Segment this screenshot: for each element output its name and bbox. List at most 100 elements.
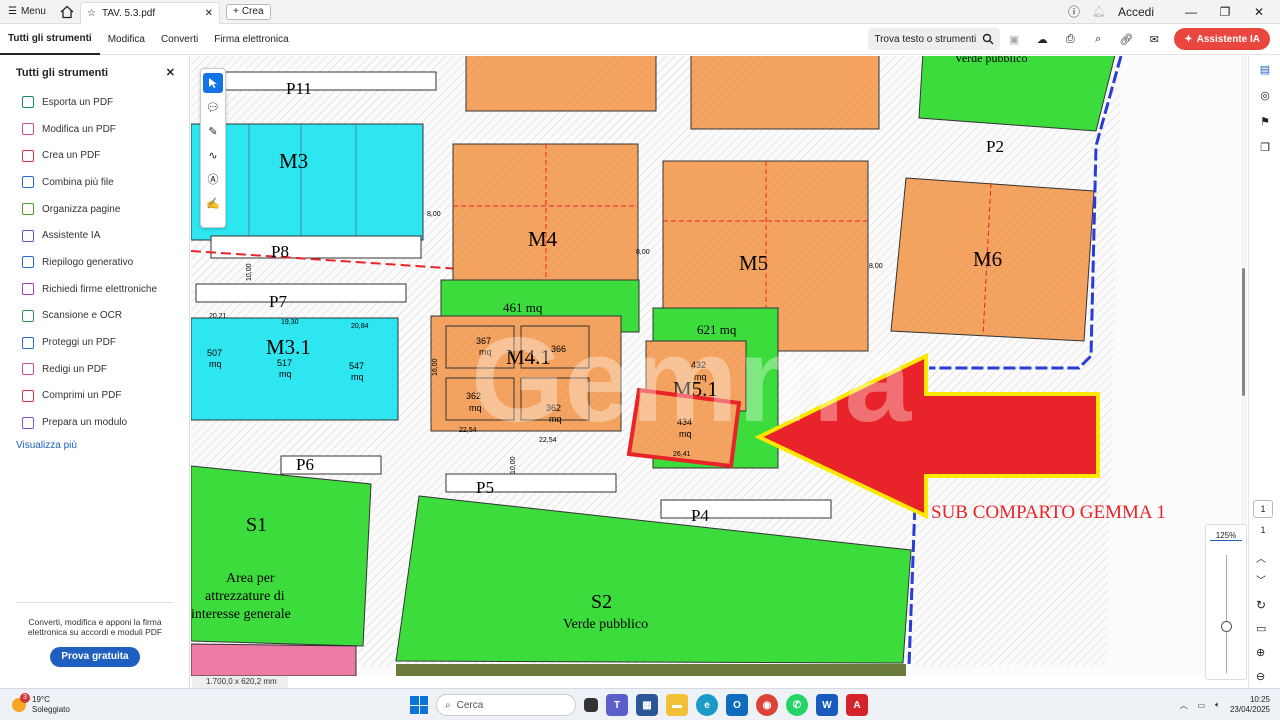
tool-item[interactable]: Redigi un PDF [0, 356, 189, 383]
dim-8-00-a: 8,00 [427, 211, 441, 218]
file-explorer-icon[interactable]: ▬ [666, 694, 688, 716]
whatsapp-icon[interactable]: ✆ [786, 694, 808, 716]
document-tab[interactable]: ☆ TAV. 5.3.pdf ✕ [79, 1, 220, 24]
acrobat-icon[interactable]: A [846, 694, 868, 716]
close-tab-icon[interactable]: ✕ [205, 8, 213, 19]
tool-item[interactable]: Assistente IA [0, 222, 189, 249]
area-pink [191, 643, 357, 676]
ai-assistant-button[interactable]: ✦ Assistente IA [1174, 28, 1270, 50]
windows-start-icon[interactable] [410, 696, 428, 714]
copy-pages-icon[interactable]: ❐ [1249, 134, 1280, 160]
comment-panel-icon[interactable]: ▤ [1249, 56, 1280, 82]
taskbar-search-placeholder: Cerca [456, 699, 484, 711]
new-tab-button[interactable]: + Crea [225, 3, 271, 20]
close-window-icon[interactable]: ✕ [1248, 5, 1270, 19]
fit-page-icon[interactable]: ▭ [1256, 622, 1266, 635]
tool-item[interactable]: Scansione e OCR [0, 303, 189, 330]
tool-item[interactable]: Crea un PDF [0, 142, 189, 169]
star-icon[interactable]: ☆ [87, 8, 96, 19]
save-icon[interactable]: ▣ [1000, 28, 1028, 50]
tool-item[interactable]: Richiedi firme elettroniche [0, 276, 189, 303]
mail-icon[interactable]: ✉ [1140, 28, 1168, 50]
print-icon[interactable]: ⎙ [1056, 28, 1084, 50]
home-button[interactable] [54, 0, 80, 24]
tab-esign[interactable]: Firma elettronica [206, 24, 296, 55]
tab-all-tools[interactable]: Tutti gli strumenti [0, 24, 100, 55]
network-icon[interactable]: ▭ [1198, 701, 1206, 710]
chevron-up-icon[interactable]: ︿ [1256, 550, 1266, 565]
select-tool-icon[interactable] [203, 73, 223, 93]
ai-chat-icon[interactable]: ◎ [1249, 82, 1280, 108]
tool-item[interactable]: Esporta un PDF [0, 89, 189, 116]
tool-item[interactable]: Comprimi un PDF [0, 383, 189, 410]
zoom-out-icon[interactable]: ⊖ [1256, 670, 1265, 683]
dim-10-00-a: 10,00 [246, 263, 253, 281]
maximize-icon[interactable]: ❐ [1214, 5, 1236, 19]
teams-icon[interactable]: T [606, 694, 628, 716]
zoom-slider-track[interactable] [1226, 555, 1227, 673]
tool-item[interactable]: Proteggi un PDF [0, 329, 189, 356]
zoom-value[interactable]: 125% [1210, 531, 1242, 541]
s1-text-3: interesse generale [191, 607, 291, 622]
bookmark-icon[interactable]: ⚑ [1249, 108, 1280, 134]
area-547-unit: mq [351, 372, 364, 382]
sign-tool-icon[interactable]: ✍ [203, 193, 223, 213]
watermark-text: Gemma [471, 313, 912, 447]
taskbar-search[interactable]: ⌕ Cerca [436, 694, 576, 716]
menu-button[interactable]: ☰ Menu [0, 0, 54, 24]
pdf-viewer[interactable]: Verde pubblico P11 M3 P8 P7 M3.1 507 mq … [191, 56, 1240, 676]
draw-tool-icon[interactable]: ∿ [203, 145, 223, 165]
s1-text-1: Area per [226, 571, 275, 586]
zoom-in-icon[interactable]: ⊕ [1256, 646, 1265, 659]
word-icon[interactable]: W [816, 694, 838, 716]
close-panel-icon[interactable]: ✕ [166, 66, 175, 79]
tab-convert[interactable]: Converti [153, 24, 206, 55]
chevron-up-tray-icon[interactable]: ︿ [1180, 700, 1188, 711]
task-view-icon[interactable] [584, 698, 598, 712]
free-trial-button[interactable]: Prova gratuita [50, 647, 140, 667]
page-number-input[interactable]: 1 [1253, 500, 1273, 518]
label-s1: S1 [246, 514, 267, 536]
tool-item[interactable]: Modifica un PDF [0, 116, 189, 143]
rotate-icon[interactable]: ↻ [1256, 598, 1266, 612]
pen-tool-icon[interactable]: ✎ [203, 121, 223, 141]
ai-sparkle-icon: ✦ [1184, 33, 1193, 45]
upload-cloud-icon[interactable]: ☁ [1028, 28, 1056, 50]
zoom-slider-handle[interactable] [1221, 621, 1232, 632]
tool-item[interactable]: Riepilogo generativo [0, 249, 189, 276]
tools-list: Esporta un PDF Modifica un PDF Crea un PDF… [0, 89, 189, 436]
label-m3: M3 [279, 149, 308, 173]
system-clock[interactable]: 10:25 23/04/2025 [1230, 695, 1270, 715]
tab-edit[interactable]: Modifica [100, 24, 153, 55]
find-tools-search[interactable]: Trova testo o strumenti [868, 28, 1001, 50]
tool-icon [22, 176, 34, 189]
help-icon[interactable]: ⓘ [1068, 3, 1080, 20]
tool-item[interactable]: Combina più file [0, 169, 189, 196]
tool-item[interactable]: Organizza pagine [0, 196, 189, 223]
ai-search-icon[interactable]: ⌕ [1084, 28, 1112, 50]
edge-icon[interactable]: e [696, 694, 718, 716]
promo-box: Converti, modifica e apponi la firma ele… [16, 602, 174, 667]
store-icon[interactable]: ▦ [636, 694, 658, 716]
volume-icon[interactable]: 🔈︎ [1215, 700, 1220, 710]
weather-widget[interactable]: 3 19°C Soleggiato [0, 692, 200, 715]
link-icon[interactable]: 🔗︎ [1112, 28, 1140, 50]
tool-item[interactable]: Prepara un modulo [0, 409, 189, 436]
minimize-icon[interactable]: — [1180, 5, 1202, 19]
label-p6: P6 [296, 455, 314, 474]
search-icon: ⌕ [445, 699, 451, 711]
chrome-icon[interactable]: ◉ [756, 694, 778, 716]
text-tool-icon[interactable]: Ⓐ [203, 169, 223, 189]
weather-condition: Soleggiato [32, 704, 70, 714]
chevron-down-icon[interactable]: ﹀ [1256, 572, 1266, 587]
comment-tool-icon[interactable]: 💬︎ [203, 97, 223, 117]
dim-10-00-b: 10,00 [510, 456, 517, 474]
scrollbar-thumb[interactable] [1242, 268, 1245, 396]
bell-icon[interactable]: 🔔︎ [1092, 5, 1106, 18]
login-button[interactable]: Accedi [1118, 5, 1154, 19]
tool-icon [22, 336, 34, 349]
outlook-icon[interactable]: O [726, 694, 748, 716]
show-more-link[interactable]: Visualizza più [0, 436, 189, 455]
clock-date: 23/04/2025 [1229, 705, 1270, 714]
temperature: 19°C [32, 694, 50, 704]
